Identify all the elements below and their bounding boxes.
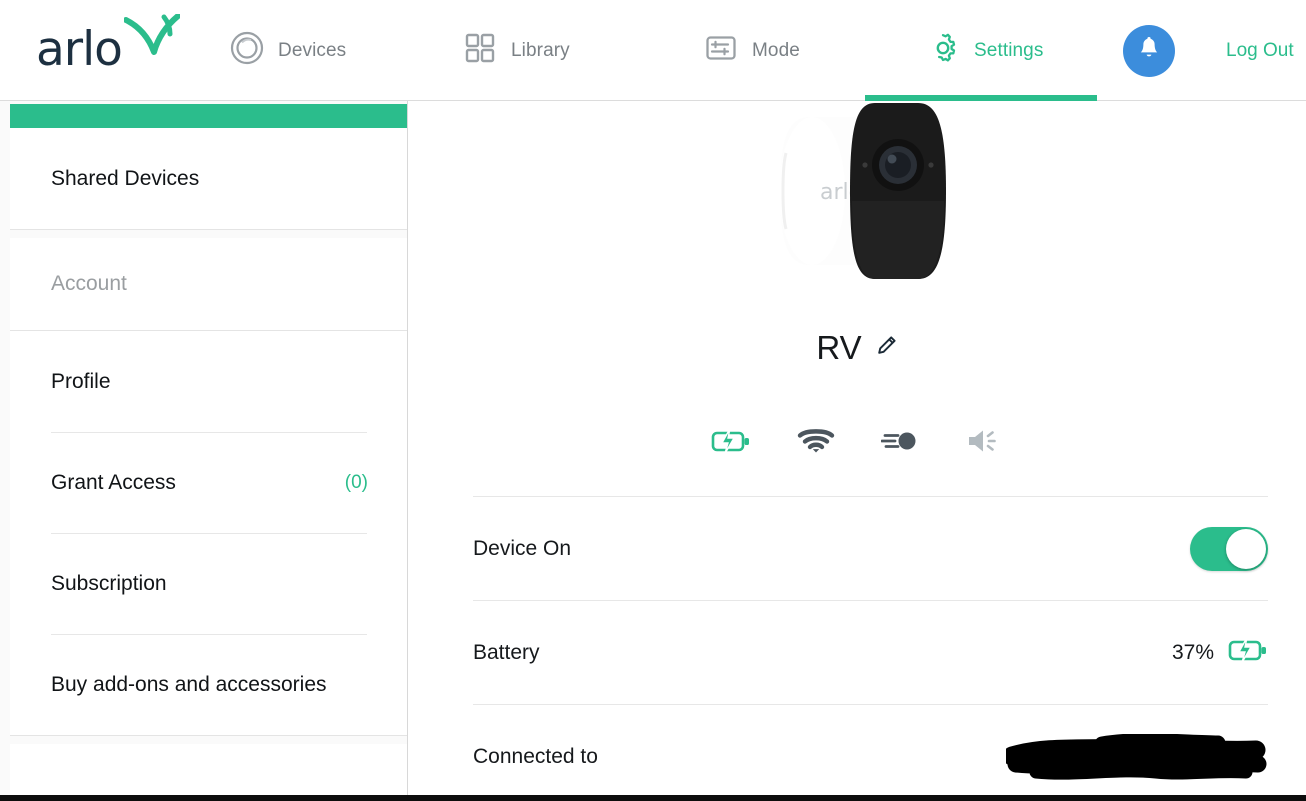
- row-connected-to: Connected to: [473, 704, 1268, 801]
- row-device-on: Device On: [473, 496, 1268, 600]
- arlo-settings-page: arlo Devices Library Mode Settings Log O…: [0, 0, 1306, 801]
- redacted-value-scribble: [1002, 732, 1268, 780]
- device-settings-rows: Device On Battery 37% Connected to: [473, 496, 1268, 801]
- device-settings-panel: arlo RV Device On Battery 37% Connected …: [408, 101, 1306, 801]
- row-battery-label: Battery: [473, 640, 540, 664]
- sidebar-section-label-account: Account: [10, 238, 407, 330]
- top-navigation-bar: arlo Devices Library Mode Settings Log O…: [0, 0, 1306, 101]
- row-connected-to-label: Connected to: [473, 744, 598, 768]
- settings-sidebar: Shared Devices Account Profile Grant Acc…: [0, 101, 408, 801]
- battery-charging-icon: [711, 427, 751, 460]
- sidebar-item-subscription[interactable]: Subscription: [10, 533, 407, 634]
- pencil-edit-icon[interactable]: [874, 334, 898, 363]
- sidebar-section-account-header: Account: [10, 238, 407, 331]
- sidebar-item-subscription-label: Subscription: [51, 571, 167, 595]
- nav-item-library-label: Library: [511, 39, 570, 61]
- sidebar-item-profile-label: Profile: [51, 369, 111, 393]
- nav-item-devices[interactable]: Devices: [230, 0, 346, 101]
- sliders-box-icon: [704, 31, 738, 70]
- nav-item-library[interactable]: Library: [463, 0, 570, 101]
- nav-item-devices-label: Devices: [278, 39, 347, 61]
- sidebar-item-shared-devices-label: Shared Devices: [51, 166, 200, 190]
- logout-button[interactable]: Log Out: [1226, 0, 1294, 101]
- sidebar-group-account: Profile Grant Access (0) Subscription Bu…: [10, 331, 407, 736]
- device-name-row: RV: [408, 329, 1306, 367]
- sidebar-item-grant-access-count: (0): [344, 471, 368, 493]
- device-on-toggle[interactable]: [1190, 526, 1268, 571]
- bell-icon: [1137, 36, 1161, 67]
- sidebar-section-account-text: Account: [51, 272, 127, 295]
- grid-four-squares-icon: [463, 31, 497, 70]
- sidebar-item-shared-devices[interactable]: Shared Devices: [10, 128, 407, 229]
- sidebar-selected-item-partial[interactable]: [10, 104, 407, 128]
- row-device-on-label: Device On: [473, 536, 572, 560]
- battery-percentage-value: 37%: [1171, 640, 1214, 664]
- device-name-text: RV: [816, 329, 862, 366]
- battery-charging-icon: [1228, 636, 1268, 669]
- wifi-signal-icon: [797, 427, 835, 460]
- sidebar-gap: [10, 230, 407, 238]
- row-battery: Battery 37%: [473, 600, 1268, 704]
- motion-detection-icon: [880, 428, 919, 459]
- sidebar-item-grant-access-label: Grant Access: [51, 470, 176, 494]
- window-bottom-edge: [0, 795, 1306, 801]
- sidebar-gap-bottom: [10, 736, 407, 744]
- speaker-sound-icon: [965, 427, 1003, 460]
- nav-item-mode-label: Mode: [752, 39, 800, 61]
- device-on-toggle-knob: [1226, 528, 1266, 569]
- sidebar-item-grant-access[interactable]: Grant Access (0): [10, 432, 407, 533]
- device-image-area: arlo: [408, 101, 1306, 301]
- sidebar-item-partial-bottom[interactable]: [10, 744, 407, 801]
- arlo-pro-camera-image: arlo: [772, 101, 972, 294]
- sidebar-item-buy-addons[interactable]: Buy add-ons and accessories: [10, 634, 407, 735]
- sidebar-item-profile[interactable]: Profile: [10, 331, 407, 432]
- device-status-icon-row: [408, 427, 1306, 460]
- nav-item-settings-label: Settings: [974, 39, 1044, 61]
- nav-item-settings[interactable]: Settings: [926, 0, 1043, 101]
- arlo-logo[interactable]: arlo: [36, 12, 181, 77]
- sidebar-group-devices: Shared Devices: [10, 128, 407, 230]
- arlo-swoosh-icon: [123, 13, 181, 61]
- sidebar-item-buy-addons-label: Buy add-ons and accessories: [51, 672, 327, 696]
- notifications-bell-button[interactable]: [1123, 25, 1175, 77]
- arlo-wordmark: arlo: [36, 21, 123, 77]
- nav-item-mode[interactable]: Mode: [704, 0, 800, 101]
- camera-lens-icon: [230, 31, 264, 70]
- gear-icon: [926, 31, 960, 70]
